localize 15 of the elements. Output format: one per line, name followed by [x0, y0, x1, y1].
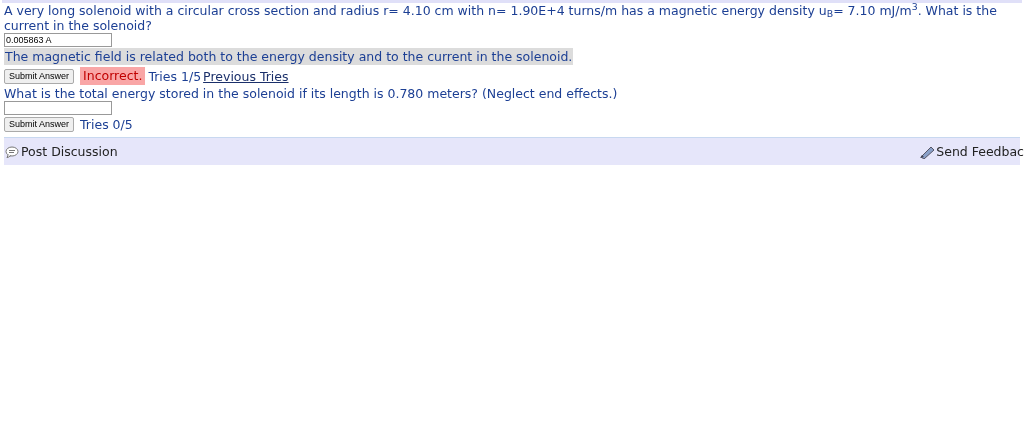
send-feedback-link[interactable]: Send Feedbac: [936, 144, 1024, 159]
question-text: What is the total energy stored in the solenoid if its length is 0.780 meters? (Neglect end effects.): [4, 86, 619, 101]
speech-bubble-icon: [5, 145, 19, 158]
hint-text: The magnetic field is related both to the energy density and to the current in the solenoid.: [4, 48, 574, 65]
pen-icon: [919, 144, 936, 159]
post-discussion-link[interactable]: Post Discussion: [21, 144, 118, 159]
tries-count: Tries 1/5: [148, 68, 202, 84]
answer-field[interactable]: 0.005863 A: [4, 33, 112, 47]
submit-button[interactable]: Submit Answer: [4, 68, 75, 84]
answer-field[interactable]: [4, 101, 112, 115]
incorrect-label: Incorrect.: [80, 67, 146, 85]
question-text: A very long solenoid with a circular cross section and radius r= 4.10 cm with n= 1.90E+4 turns/m has a magnetic energy density u$_{B}$= 7.10 mJ/m$^{3}$. What is the current in the solenoid?: [4, 3, 998, 33]
tries-count: Tries 0/5: [80, 117, 133, 132]
previous-tries-link[interactable]: Previous Tries: [203, 68, 289, 84]
submit-button[interactable]: Submit Answer: [4, 117, 75, 132]
